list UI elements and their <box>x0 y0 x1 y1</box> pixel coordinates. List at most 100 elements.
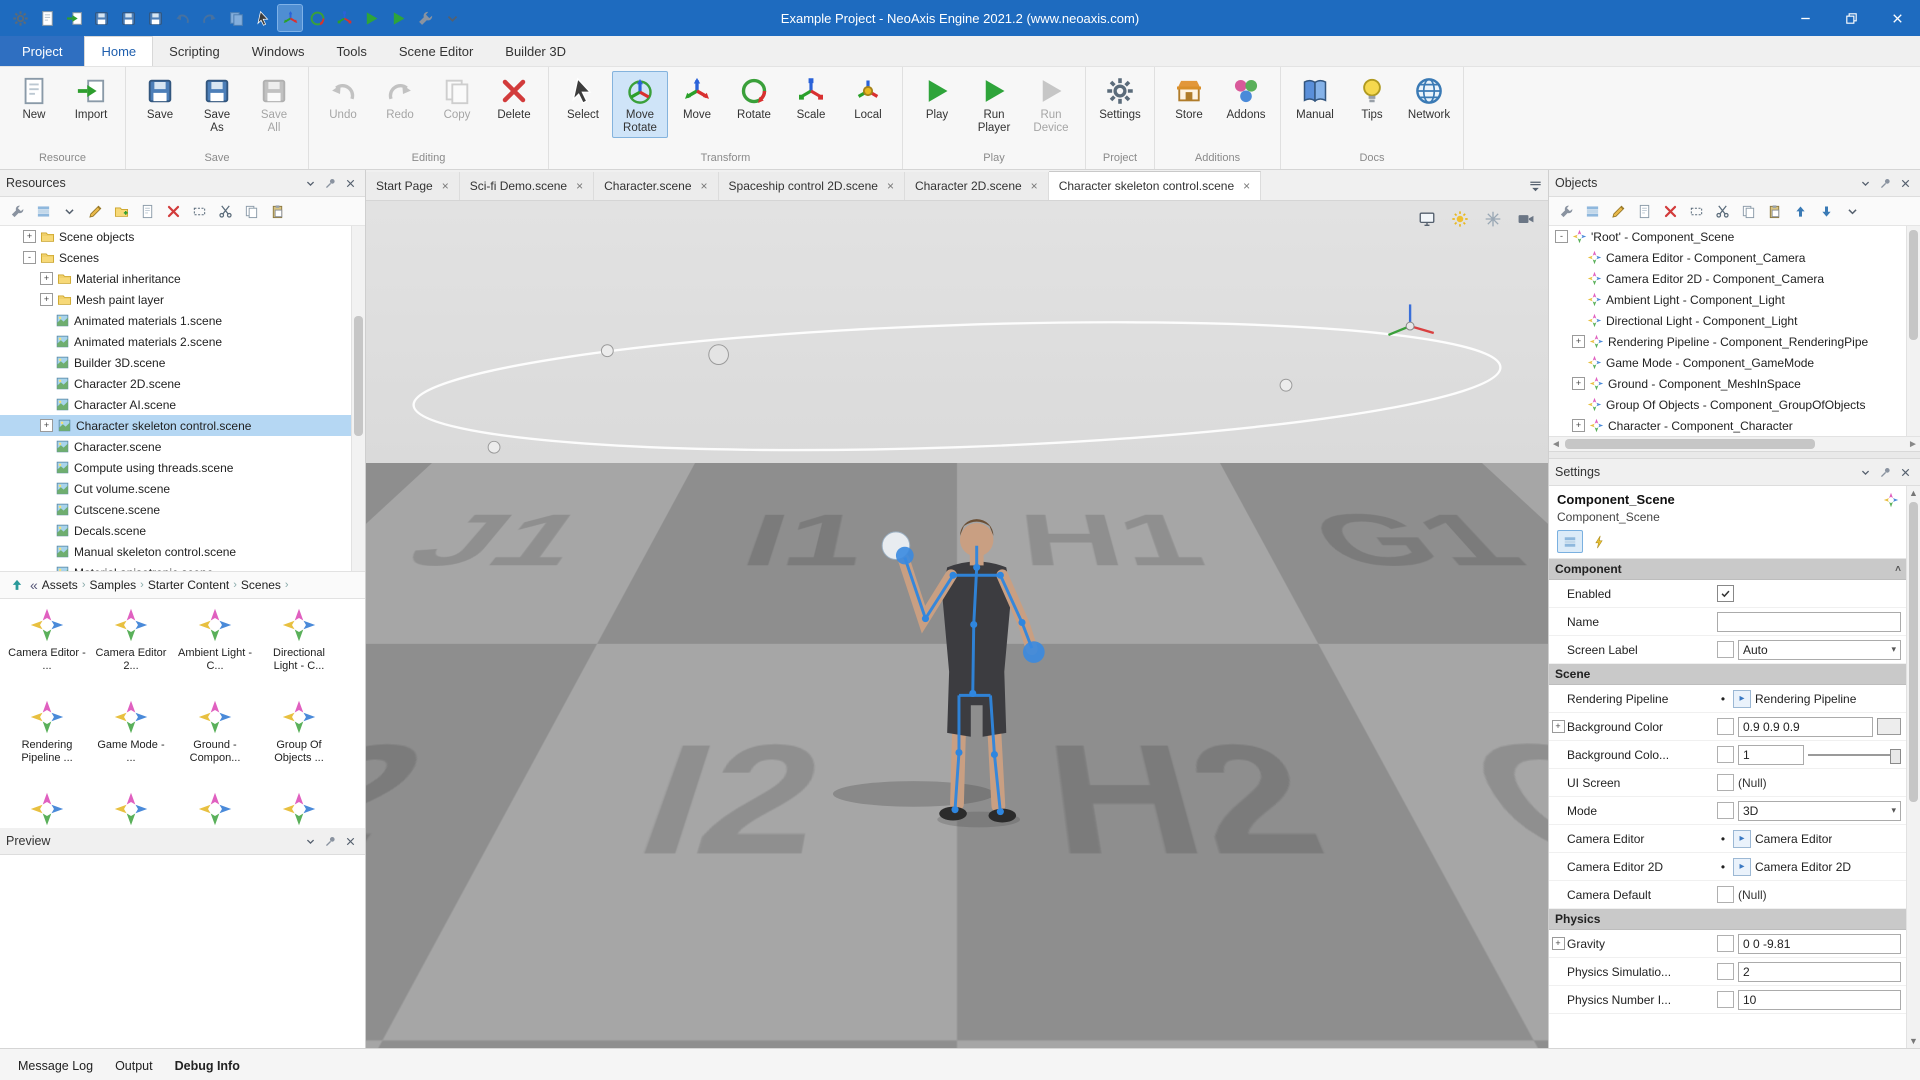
gear-button[interactable] <box>8 5 32 31</box>
settings-section-component[interactable]: Component ˄ <box>1549 559 1907 580</box>
resource-grid-item-directional-light-c[interactable]: Directional Light - C... <box>258 603 340 693</box>
tree-item-cut-volume-scene[interactable]: Cut volume.scene <box>0 478 365 499</box>
close-panel-button[interactable] <box>341 832 359 850</box>
tree-expander[interactable]: + <box>23 230 36 243</box>
ribbon-button-manual[interactable]: Manual <box>1287 71 1343 125</box>
import-button[interactable] <box>62 5 86 31</box>
document-tab-character-skeleton-control-scene[interactable]: Character skeleton control.scene × <box>1048 171 1262 200</box>
pin-button[interactable] <box>321 832 339 850</box>
delete-button[interactable] <box>1659 200 1681 222</box>
arrowdown-button[interactable] <box>1815 200 1837 222</box>
resource-grid-item-game-mode[interactable]: Game Mode - ... <box>90 695 172 785</box>
scrollbar-thumb[interactable] <box>1565 439 1815 449</box>
page-button[interactable] <box>1633 200 1655 222</box>
scissors-button[interactable] <box>1711 200 1733 222</box>
restore-button[interactable] <box>1828 0 1874 36</box>
statusbar-tab-debug-info[interactable]: Debug Info <box>165 1055 250 1077</box>
tree-item-cutscene-scene[interactable]: Cutscene.scene <box>0 499 365 520</box>
tree-item-builder-3d-scene[interactable]: Builder 3D.scene <box>0 352 365 373</box>
cursor-button[interactable] <box>251 5 275 31</box>
text-input[interactable]: 10 <box>1738 989 1901 1010</box>
copy-button[interactable] <box>224 5 248 31</box>
settings-tab-events[interactable] <box>1586 530 1612 553</box>
resource-grid-item[interactable] <box>6 787 88 828</box>
default-value-box[interactable] <box>1717 991 1734 1008</box>
menu-tab-scene-editor[interactable]: Scene Editor <box>383 36 489 66</box>
objects-tree-scrollbar[interactable] <box>1906 226 1920 436</box>
breadcrumb-item-scenes[interactable]: Scenes <box>241 578 281 592</box>
tree-item-rendering-pipeline-component-renderingpipe[interactable]: + Rendering Pipeline - Component_Renderin… <box>1549 331 1920 352</box>
viewport-display-button[interactable] <box>1415 207 1439 231</box>
default-value-box[interactable] <box>1717 935 1734 952</box>
page-button[interactable] <box>35 5 59 31</box>
resource-grid-item-camera-editor-2[interactable]: Camera Editor 2... <box>90 603 172 693</box>
tree-expander[interactable]: + <box>40 293 53 306</box>
tree-item-mesh-paint-layer[interactable]: + Mesh paint layer <box>0 289 365 310</box>
tree-item-character-scene[interactable]: Character.scene <box>0 436 365 457</box>
resource-grid-item[interactable] <box>174 787 256 828</box>
tree-item-scenes[interactable]: - Scenes <box>0 247 365 268</box>
default-value-box[interactable] <box>1717 802 1734 819</box>
tree-item-compute-using-threads-scene[interactable]: Compute using threads.scene <box>0 457 365 478</box>
ribbon-button-copy[interactable]: Copy <box>429 71 485 125</box>
statusbar-tab-output[interactable]: Output <box>105 1055 163 1077</box>
document-tab-start-page[interactable]: Start Page × <box>366 172 460 200</box>
text-input[interactable] <box>1717 611 1901 632</box>
settings-scrollbar[interactable]: ▲ ▼ <box>1906 486 1920 1048</box>
menu-tab-home[interactable]: Home <box>84 36 154 66</box>
scroll-left-arrow[interactable]: ◄ <box>1549 439 1563 450</box>
ribbon-button-run-player[interactable]: Run Player <box>966 71 1022 138</box>
document-tab-character-2d-scene[interactable]: Character 2D.scene × <box>904 172 1049 200</box>
ribbon-button-addons[interactable]: Addons <box>1218 71 1274 125</box>
document-tab-sci-fi-demo-scene[interactable]: Sci-fi Demo.scene × <box>459 172 595 200</box>
reference-goto-button[interactable]: ▸ <box>1733 857 1751 876</box>
scale-button[interactable] <box>332 5 356 31</box>
panel-menu-button[interactable] <box>301 832 319 850</box>
ribbon-button-scale[interactable]: Scale <box>783 71 839 125</box>
rect-button[interactable] <box>1685 200 1707 222</box>
resource-grid-item-ambient-light-c[interactable]: Ambient Light - C... <box>174 603 256 693</box>
copy-button[interactable] <box>240 200 262 222</box>
close-panel-button[interactable] <box>1896 174 1914 192</box>
color-swatch[interactable] <box>1877 718 1901 735</box>
play-button[interactable] <box>359 5 383 31</box>
menu-tab-scripting[interactable]: Scripting <box>153 36 236 66</box>
ribbon-button-play[interactable]: Play <box>909 71 965 125</box>
view-button[interactable] <box>32 200 54 222</box>
breadcrumb-item-assets[interactable]: Assets <box>42 578 78 592</box>
tree-expander[interactable]: + <box>1572 335 1585 348</box>
color-text-input[interactable]: 0.9 0.9 0.9 <box>1738 716 1873 737</box>
menu-tab-builder-3d[interactable]: Builder 3D <box>489 36 582 66</box>
pencil-button[interactable] <box>1607 200 1629 222</box>
tree-item-directional-light-component-light[interactable]: Directional Light - Component_Light <box>1549 310 1920 331</box>
tree-item-scene-objects[interactable]: + Scene objects <box>0 226 365 247</box>
scroll-down-arrow[interactable]: ▼ <box>1907 1034 1920 1048</box>
resources-tree-scrollbar[interactable] <box>351 226 365 571</box>
resource-grid-item[interactable] <box>90 787 172 828</box>
tree-item-root-component-scene[interactable]: - 'Root' - Component_Scene <box>1549 226 1920 247</box>
panel-menu-button[interactable] <box>1856 174 1874 192</box>
close-tab-icon[interactable]: × <box>442 179 449 193</box>
ribbon-button-move[interactable]: Move <box>669 71 725 125</box>
tree-item-character-ai-scene[interactable]: Character AI.scene <box>0 394 365 415</box>
close-button[interactable] <box>1874 0 1920 36</box>
ribbon-button-save-all[interactable]: Save All <box>246 71 302 138</box>
reference-goto-button[interactable]: ▸ <box>1733 689 1751 708</box>
view-button[interactable] <box>1581 200 1603 222</box>
chevron-button[interactable] <box>58 200 80 222</box>
ribbon-button-undo[interactable]: Undo <box>315 71 371 125</box>
play-button[interactable] <box>386 5 410 31</box>
tree-expander[interactable]: + <box>1572 377 1585 390</box>
tree-expander[interactable]: + <box>40 272 53 285</box>
close-panel-button[interactable] <box>1896 463 1914 481</box>
resource-grid-item-rendering-pipeline[interactable]: Rendering Pipeline ... <box>6 695 88 785</box>
tree-expander[interactable]: - <box>1555 230 1568 243</box>
ribbon-button-import[interactable]: Import <box>63 71 119 125</box>
panel-menu-button[interactable] <box>1856 463 1874 481</box>
settings-section-physics[interactable]: Physics <box>1549 909 1907 930</box>
close-tab-icon[interactable]: × <box>576 179 583 193</box>
tree-expander[interactable]: + <box>1572 419 1585 432</box>
chevron-button[interactable] <box>440 5 464 31</box>
arrowup-button[interactable] <box>1789 200 1811 222</box>
close-tab-icon[interactable]: × <box>887 179 894 193</box>
